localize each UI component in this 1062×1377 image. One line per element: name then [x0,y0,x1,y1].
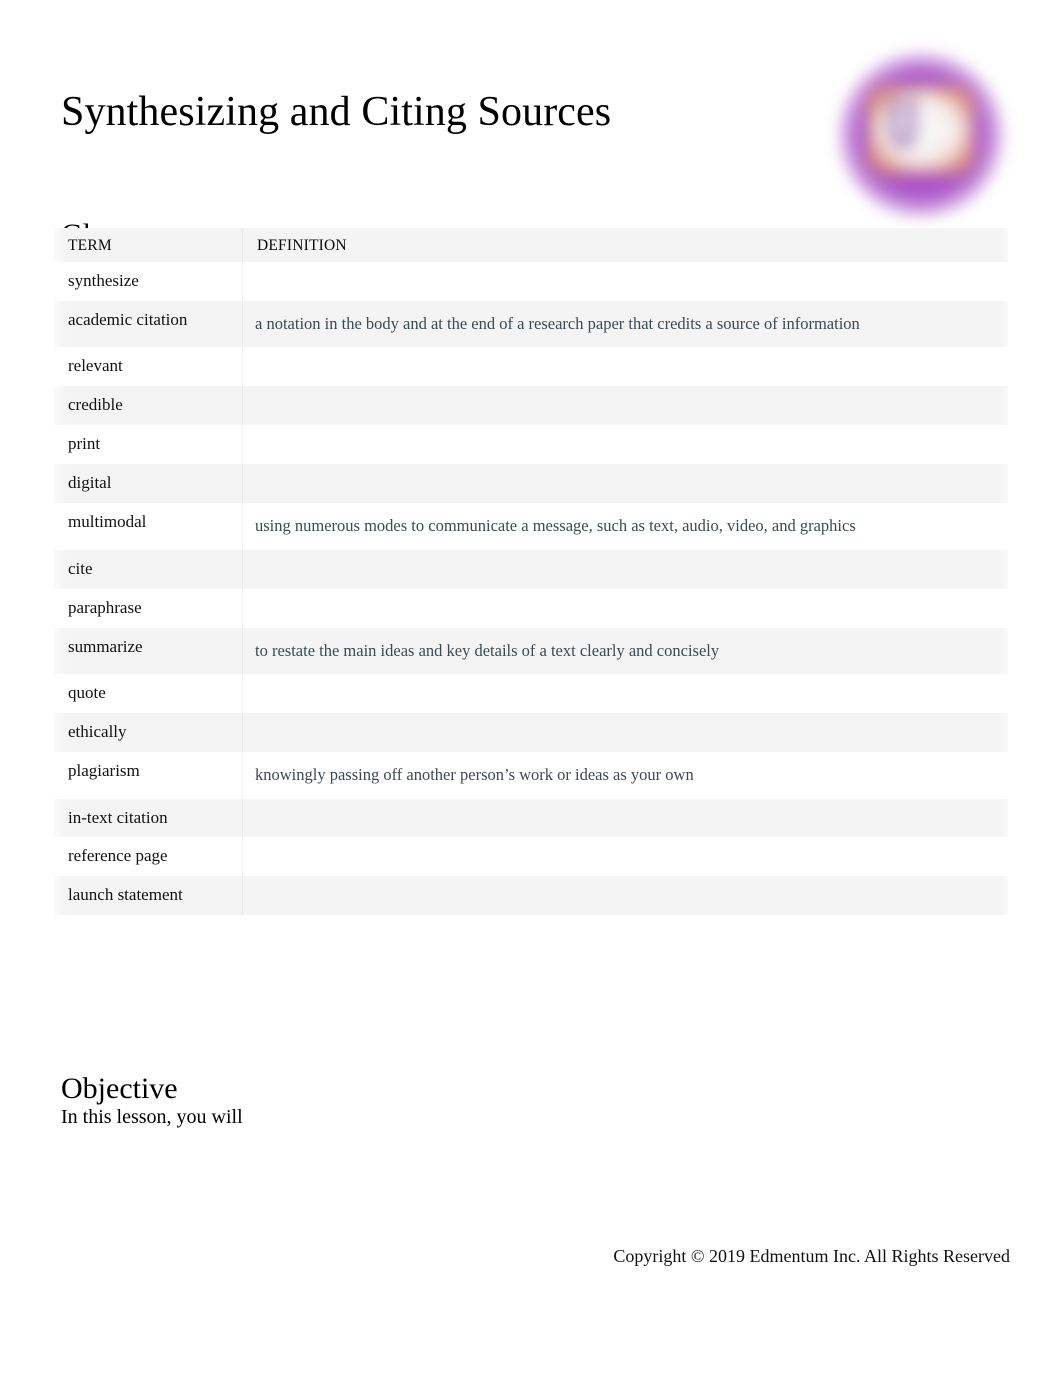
column-header-term: TERM [54,228,243,262]
logo-plate [868,86,974,174]
glossary-term-cell: in-text citation [54,798,243,838]
glossary-term-cell: quote [54,674,243,714]
table-header-row: TERM DEFINITION [54,228,1008,262]
glossary-term-cell: synthesize [54,262,243,301]
glossary-definition-cell [243,713,1008,752]
table-row: plagiarism knowingly passing off another … [54,751,1008,799]
glossary-definition-cell [243,549,1008,589]
glossary-definition-cell [243,876,1008,916]
glossary-definition-cell [243,837,1008,877]
glossary-definition-cell [243,347,1008,387]
glossary-term-cell: summarize [54,627,243,675]
glossary-definition-cell: knowingly passing off another person’s w… [243,751,1008,799]
page-title: Synthesizing and Citing Sources [61,89,612,136]
table-row: synthesize [54,262,1008,301]
glossary-term-cell: digital [54,464,243,504]
glossary-definition-cell: a notation in the body and at the end of… [243,300,1008,348]
glossary-term-cell: academic citation [54,300,243,348]
glossary-definition-cell [243,386,1008,426]
glossary-definition-cell [243,674,1008,714]
glossary-definition-cell [243,798,1008,838]
glossary-definition-cell [243,262,1008,301]
table-row: quote [54,674,1008,714]
glossary-definition-cell: to restate the main ideas and key detail… [243,627,1008,675]
document-page: Synthesizing and Citing Sources Glossary… [0,0,1062,1377]
glossary-table-body: synthesize academic citation a notation in… [54,262,1008,916]
column-header-definition: DEFINITION [243,228,1008,262]
table-row: multimodal using numerous modes to commun… [54,503,1008,550]
objective-text: In this lesson, you will [61,1106,243,1128]
table-row: ethically [54,713,1008,752]
table-row: launch statement [54,876,1008,916]
logo-u-glyph [890,96,916,148]
glossary-term-cell: multimodal [54,503,243,550]
glossary-table-container: TERM DEFINITION synthesize academic citat… [54,228,1008,1047]
table-row: paraphrase [54,588,1008,628]
table-row: credible [54,386,1008,426]
glossary-term-cell: relevant [54,347,243,387]
objective-heading: Objective [61,1071,178,1105]
glossary-term-cell: print [54,425,243,465]
table-row: relevant [54,347,1008,387]
glossary-definition-cell [243,588,1008,628]
table-row: print [54,425,1008,465]
glossary-term-cell: reference page [54,837,243,877]
table-row: reference page [54,837,1008,877]
glossary-term-cell: ethically [54,713,243,752]
table-row: in-text citation [54,798,1008,838]
glossary-term-cell: credible [54,386,243,426]
edmentum-circle-logo-icon [838,52,1004,218]
table-row: academic citation a notation in the body … [54,300,1008,348]
glossary-term-cell: plagiarism [54,751,243,799]
glossary-definition-cell [243,464,1008,504]
glossary-definition-cell: using numerous modes to communicate a me… [243,503,1008,550]
glossary-table-head: TERM DEFINITION [54,228,1008,262]
glossary-definition-cell [243,425,1008,465]
table-row: digital [54,464,1008,504]
glossary-table: TERM DEFINITION synthesize academic citat… [54,228,1008,916]
table-row: summarize to restate the main ideas and k… [54,627,1008,675]
glossary-term-cell: cite [54,549,243,589]
glossary-term-cell: launch statement [54,876,243,916]
footer-copyright: Copyright © 2019 Edmentum Inc. All Right… [613,1246,1010,1266]
table-row: cite [54,549,1008,589]
glossary-term-cell: paraphrase [54,588,243,628]
